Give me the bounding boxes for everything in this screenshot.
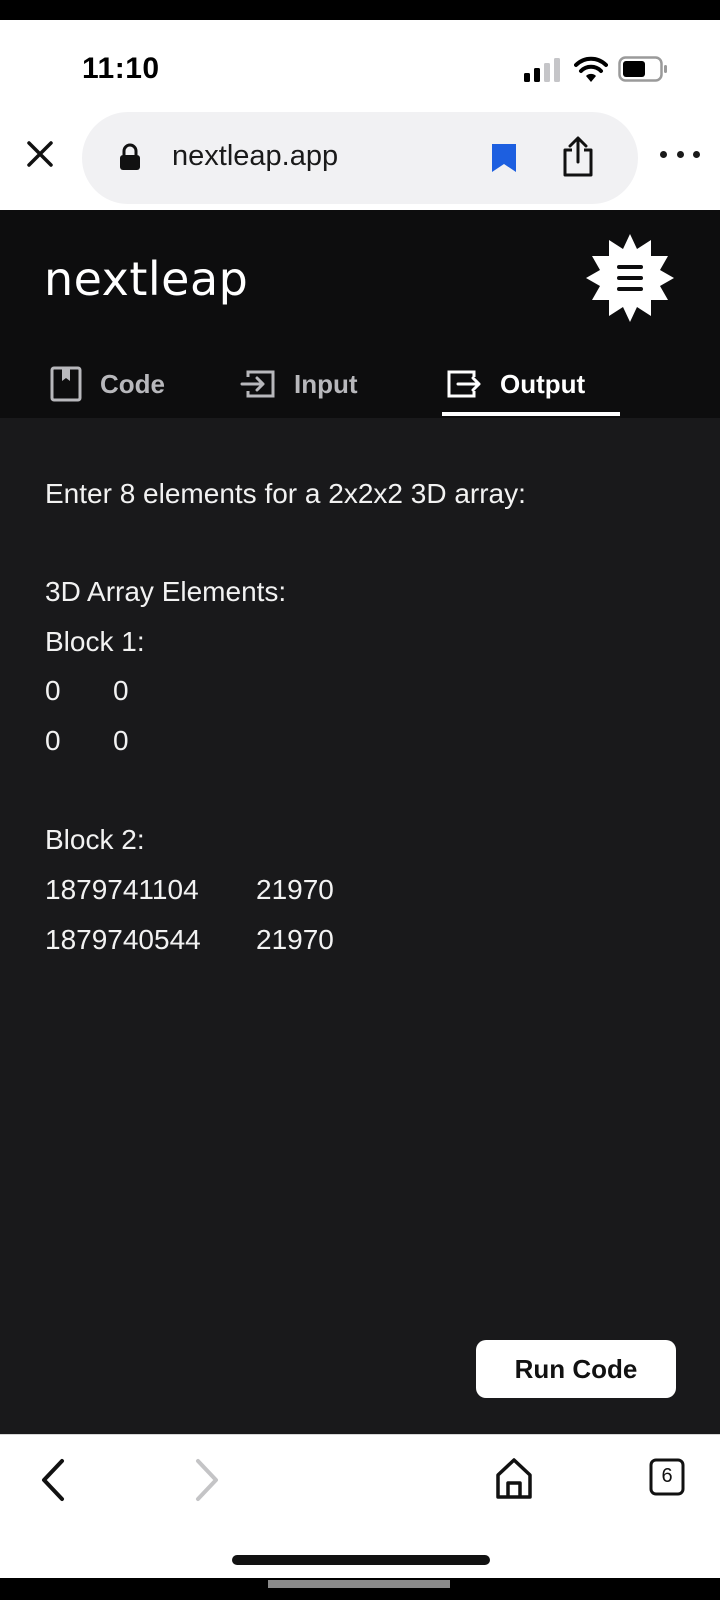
run-code-button[interactable]: Run Code [476, 1340, 676, 1398]
home-indicator[interactable] [232, 1555, 490, 1565]
battery-icon [618, 56, 667, 82]
tab-code[interactable]: Code [50, 350, 165, 418]
status-time: 11:10 [82, 52, 160, 85]
status-bar: 11:10 [0, 20, 720, 100]
menu-button[interactable] [584, 232, 676, 324]
home-icon[interactable] [494, 1455, 534, 1501]
back-icon[interactable] [36, 1455, 70, 1505]
wifi-icon [574, 56, 608, 82]
array-cell: 1879741104 [45, 874, 199, 905]
input-arrow-icon [240, 370, 275, 398]
array-cell: 21970 [256, 874, 334, 905]
url-text[interactable]: nextleap.app [172, 140, 338, 173]
array-cell: 0 [45, 725, 61, 756]
app-content: nextleap Code Input Output Enter 8 eleme… [0, 210, 720, 1434]
lock-icon [120, 143, 140, 170]
tabs-button[interactable]: 6 [648, 1457, 686, 1497]
active-tab-indicator [442, 412, 620, 416]
browser-address-row: nextleap.app [0, 100, 720, 212]
output-prompt: Enter 8 elements for a 2x2x2 3D array: [45, 478, 526, 509]
close-button[interactable] [20, 134, 60, 174]
block-2-title: Block 2: [45, 824, 145, 855]
bookmark-icon[interactable] [490, 142, 518, 174]
cellular-signal-icon [524, 58, 564, 82]
array-cell: 0 [113, 725, 129, 756]
app-header: nextleap Code Input Output [0, 210, 720, 418]
address-bar[interactable]: nextleap.app [82, 112, 638, 204]
array-cell: 0 [45, 675, 61, 706]
bottom-bezel-mark [268, 1580, 450, 1588]
tab-count: 6 [661, 1465, 673, 1487]
tab-output-label: Output [500, 368, 586, 399]
share-icon[interactable] [560, 136, 596, 178]
array-cell: 0 [113, 675, 129, 706]
forward-icon[interactable] [190, 1455, 224, 1505]
array-cell: 1879740544 [45, 924, 201, 955]
close-icon [27, 141, 53, 167]
output-heading: 3D Array Elements: [45, 576, 287, 607]
more-icon [660, 150, 667, 158]
block-1-title: Block 1: [45, 626, 145, 657]
tab-code-label: Code [100, 368, 165, 399]
hamburger-menu-icon [617, 265, 643, 291]
tab-input-label: Input [294, 368, 358, 399]
more-options-button[interactable] [660, 144, 700, 164]
nextleap-logo[interactable]: nextleap [44, 252, 248, 306]
editor-tabs: Code Input Output [0, 350, 720, 418]
top-bezel [0, 0, 720, 20]
phone-screen: 11:10 nextleap.app nextleap Code Input O… [0, 0, 720, 1600]
output-arrow-icon [447, 370, 481, 398]
tab-input[interactable]: Input [240, 350, 358, 418]
array-cell: 21970 [256, 924, 334, 955]
book-icon [50, 366, 82, 402]
tab-output[interactable]: Output [446, 350, 585, 418]
browser-toolbar: 6 [0, 1434, 720, 1578]
